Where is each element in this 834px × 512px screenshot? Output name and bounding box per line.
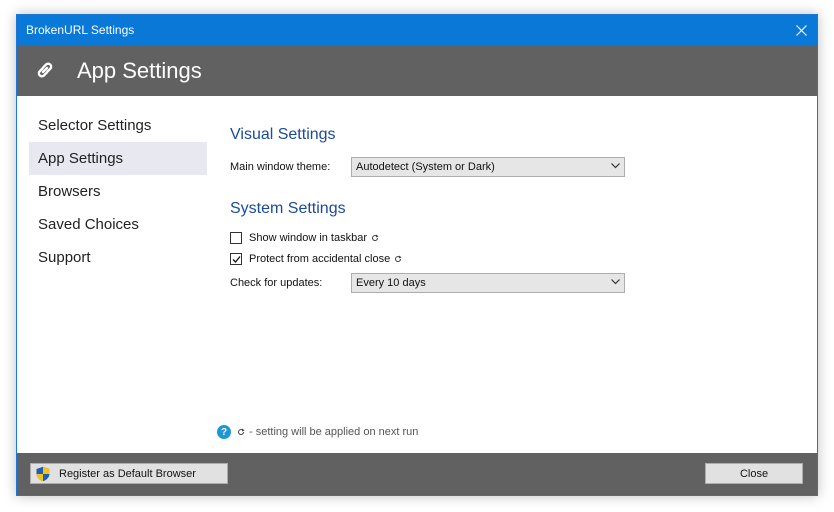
chevron-down-icon	[611, 279, 620, 285]
settings-window: BrokenURL Settings App Settings Selector…	[16, 14, 818, 496]
sidebar-item-saved-choices[interactable]: Saved Choices	[29, 208, 207, 241]
register-default-browser-button[interactable]: Register as Default Browser	[30, 463, 228, 484]
sidebar-nav: Selector Settings App Settings Browsers …	[29, 109, 207, 274]
checkmark-icon	[232, 256, 241, 263]
theme-select[interactable]: Autodetect (System or Dark)	[351, 157, 625, 177]
register-button-label: Register as Default Browser	[59, 467, 196, 480]
theme-label: Main window theme:	[230, 161, 331, 173]
theme-select-value: Autodetect (System or Dark)	[356, 161, 495, 173]
sidebar-item-app-settings[interactable]: App Settings	[29, 142, 207, 175]
title-bar[interactable]: BrokenURL Settings	[17, 15, 817, 46]
taskbar-checkbox[interactable]	[230, 232, 242, 244]
sidebar-item-browsers[interactable]: Browsers	[29, 175, 207, 208]
updates-select[interactable]: Every 10 days	[351, 273, 625, 293]
visual-settings-title: Visual Settings	[230, 126, 336, 143]
close-button-label: Close	[739, 467, 769, 480]
link-icon	[34, 59, 56, 86]
page-title: App Settings	[77, 58, 202, 83]
system-settings-title: System Settings	[230, 200, 346, 217]
protect-close-label: Protect from accidental close	[249, 253, 391, 265]
window-title: BrokenURL Settings	[26, 23, 135, 37]
reload-icon	[372, 234, 379, 242]
sidebar-item-selector-settings[interactable]: Selector Settings	[29, 109, 207, 142]
footer-bar: Register as Default Browser Close	[17, 453, 817, 495]
restart-note-text: - setting will be applied on next run	[249, 426, 419, 438]
updates-label: Check for updates:	[230, 277, 323, 289]
restart-note: ? - setting will be applied on next run	[217, 425, 418, 439]
protect-close-option[interactable]: Protect from accidental close	[230, 253, 402, 265]
chevron-down-icon	[611, 163, 620, 169]
reload-icon	[238, 428, 245, 436]
uac-shield-icon	[36, 466, 50, 481]
reload-icon	[395, 255, 402, 263]
updates-select-value: Every 10 days	[356, 277, 426, 289]
taskbar-label: Show window in taskbar	[249, 232, 368, 244]
help-icon[interactable]: ?	[217, 425, 231, 439]
close-icon	[795, 25, 807, 36]
close-window-button[interactable]	[785, 15, 817, 46]
close-button[interactable]: Close	[705, 463, 803, 484]
sidebar-item-support[interactable]: Support	[29, 241, 207, 274]
taskbar-option[interactable]: Show window in taskbar	[230, 232, 379, 244]
page-header: App Settings	[17, 46, 817, 96]
protect-close-checkbox[interactable]	[230, 253, 242, 265]
